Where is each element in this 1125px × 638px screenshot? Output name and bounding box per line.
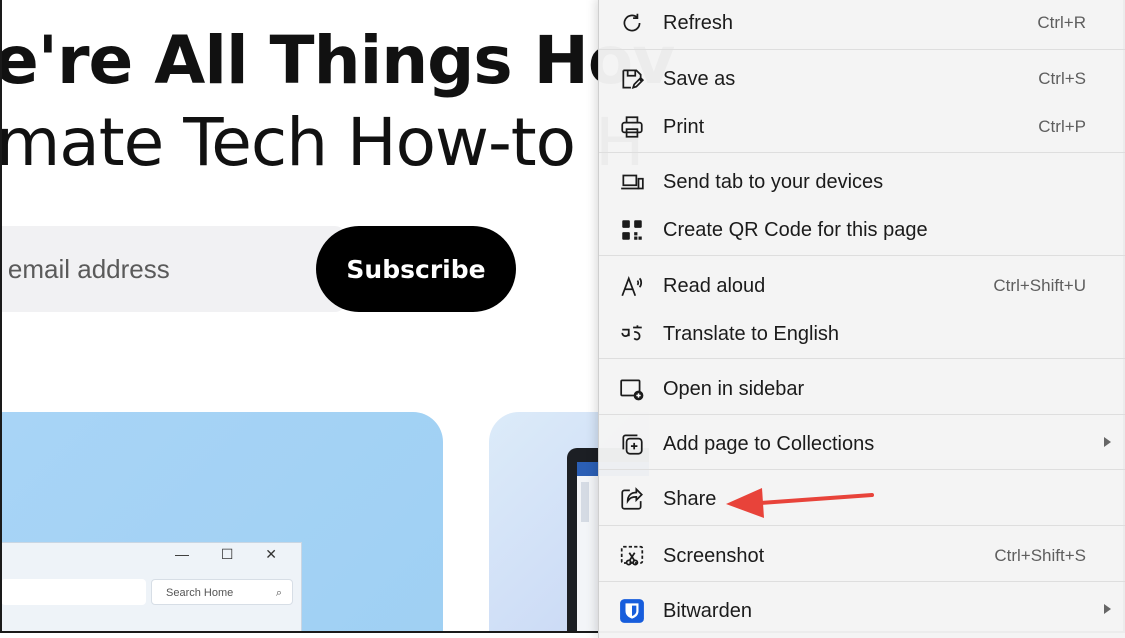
menu-item-shortcut: Ctrl+R bbox=[1037, 13, 1086, 32]
menu-item-label: Print bbox=[663, 116, 705, 138]
menu-item-label: Save as bbox=[663, 68, 736, 90]
menu-item-open-sidebar[interactable]: Open in sidebar bbox=[599, 366, 1125, 410]
menu-item-save-as[interactable]: Save as Ctrl+S bbox=[599, 56, 1125, 100]
menu-item-label: Translate to English bbox=[663, 323, 840, 345]
article-card-1[interactable]: — ☐ ✕ Search Home ⌕ bbox=[0, 412, 443, 633]
chevron-right-icon bbox=[1104, 604, 1111, 614]
context-menu: Refresh Ctrl+R Save as Ctrl+S Print Ctrl… bbox=[598, 0, 1125, 638]
page-headline: e're All Things Hov bbox=[0, 22, 675, 99]
email-input[interactable] bbox=[0, 226, 330, 312]
page-subheadline: mate Tech How-to H bbox=[0, 104, 645, 181]
menu-item-label: Screenshot bbox=[663, 545, 765, 567]
save-as-icon bbox=[622, 69, 645, 90]
menu-divider bbox=[599, 469, 1125, 470]
menu-divider bbox=[599, 255, 1125, 256]
menu-divider bbox=[599, 358, 1125, 359]
menu-item-qr-code[interactable]: Create QR Code for this page bbox=[599, 207, 1125, 251]
translate-icon bbox=[621, 325, 642, 341]
menu-item-label: Create QR Code for this page bbox=[663, 219, 928, 241]
refresh-icon bbox=[623, 13, 641, 32]
menu-item-label: Bitwarden bbox=[663, 600, 752, 622]
email-field-container bbox=[0, 226, 345, 312]
menu-item-send-tab[interactable]: Send tab to your devices bbox=[599, 159, 1125, 203]
card-search-box: Search Home ⌕ bbox=[151, 579, 293, 605]
card-search-text: Search Home bbox=[166, 587, 234, 599]
annotation-arrow bbox=[726, 488, 874, 518]
menu-item-shortcut: Ctrl+P bbox=[1038, 117, 1086, 136]
menu-item-label: Refresh bbox=[663, 12, 734, 34]
menu-divider bbox=[599, 152, 1125, 153]
share-icon bbox=[621, 487, 643, 510]
menu-item-print[interactable]: Print Ctrl+P bbox=[599, 104, 1125, 148]
menu-item-label: Share bbox=[663, 488, 717, 510]
menu-item-shortcut: Ctrl+Shift+S bbox=[994, 546, 1086, 565]
screenshot-icon bbox=[620, 545, 644, 566]
menu-item-screenshot[interactable]: Screenshot Ctrl+Shift+S bbox=[599, 533, 1125, 577]
menu-divider bbox=[599, 525, 1125, 526]
menu-divider bbox=[599, 414, 1125, 415]
menu-divider bbox=[599, 49, 1125, 50]
menu-item-label: Send tab to your devices bbox=[663, 171, 884, 193]
menu-item-read-aloud[interactable]: Read aloud Ctrl+Shift+U bbox=[599, 263, 1125, 307]
menu-divider bbox=[599, 581, 1125, 582]
open-sidebar-icon bbox=[620, 379, 644, 401]
menu-item-label: Open in sidebar bbox=[663, 378, 805, 400]
chevron-right-icon bbox=[1104, 437, 1111, 447]
menu-item-shortcut: Ctrl+Shift+U bbox=[993, 276, 1086, 295]
menu-item-bitwarden[interactable]: Bitwarden bbox=[599, 588, 1125, 632]
send-tab-icon bbox=[621, 174, 644, 190]
menu-item-collections[interactable]: Add page to Collections bbox=[599, 421, 1125, 465]
menu-item-translate[interactable]: Translate to English bbox=[599, 311, 1125, 355]
menu-item-refresh[interactable]: Refresh Ctrl+R bbox=[599, 0, 1125, 44]
search-icon: ⌕ bbox=[275, 587, 282, 599]
screen-sidebar bbox=[581, 482, 589, 522]
menu-item-shortcut: Ctrl+S bbox=[1038, 69, 1086, 88]
bitwarden-icon bbox=[620, 599, 644, 623]
subscribe-button[interactable]: Subscribe bbox=[316, 226, 516, 312]
qr-code-icon bbox=[622, 220, 642, 240]
collections-icon bbox=[622, 434, 643, 455]
read-aloud-icon bbox=[621, 275, 643, 297]
print-icon bbox=[621, 116, 643, 138]
card-window-screenshot: — ☐ ✕ Search Home ⌕ bbox=[0, 542, 302, 633]
address-box bbox=[1, 579, 146, 605]
menu-item-label: Add page to Collections bbox=[663, 433, 875, 455]
menu-item-label: Read aloud bbox=[663, 275, 766, 297]
window-controls: — ☐ ✕ bbox=[174, 546, 291, 562]
